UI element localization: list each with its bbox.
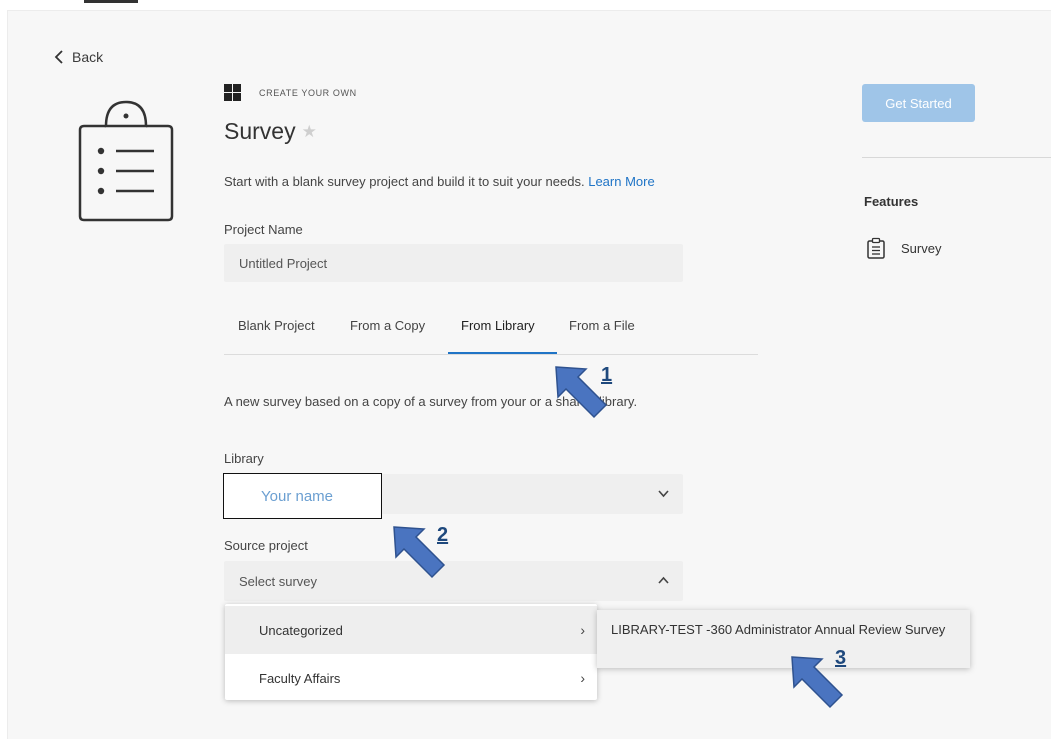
submenu-item-survey[interactable]: LIBRARY-TEST -360 Administrator Annual R… <box>611 622 961 638</box>
chevron-left-icon <box>54 50 63 64</box>
star-icon[interactable]: ★ <box>302 122 317 142</box>
source-project-placeholder: Select survey <box>239 573 318 589</box>
page-title-text: Survey <box>224 118 296 144</box>
tab-blank-project[interactable]: Blank Project <box>238 318 315 333</box>
dropdown-item-uncategorized[interactable]: Uncategorized › <box>225 606 597 654</box>
tab-from-a-file[interactable]: From a File <box>569 318 635 333</box>
project-description: Start with a blank survey project and bu… <box>224 174 655 189</box>
dropdown-item-label: Faculty Affairs <box>259 670 341 686</box>
clipboard-icon <box>867 237 885 259</box>
clipboard-list-icon <box>78 100 174 222</box>
description-text: Start with a blank survey project and bu… <box>224 174 585 189</box>
library-info-text: A new survey based on a copy of a survey… <box>224 394 638 409</box>
top-tab-indicator <box>84 0 138 3</box>
active-tab-underline <box>448 352 557 354</box>
category-dropdown-menu: Uncategorized › Faculty Affairs › <box>225 604 597 700</box>
eyebrow-label: CREATE YOUR OWN <box>259 88 357 98</box>
annotation-number-2: 2 <box>437 524 449 546</box>
library-label: Library <box>224 451 264 466</box>
dropdown-item-label: Uncategorized <box>259 622 343 638</box>
page-title: Survey ★ <box>224 118 317 145</box>
tab-from-library[interactable]: From Library <box>461 318 535 333</box>
chevron-up-icon <box>658 576 669 584</box>
chevron-down-icon <box>658 490 669 498</box>
brand-logo-icon <box>224 84 241 101</box>
back-button[interactable]: Back <box>54 49 103 65</box>
source-project-label: Source project <box>224 538 308 553</box>
learn-more-link[interactable]: Learn More <box>588 174 654 189</box>
source-tabs: Blank Project From a Copy From Library F… <box>224 308 758 355</box>
feature-survey-label: Survey <box>901 241 942 256</box>
tab-from-a-copy[interactable]: From a Copy <box>350 318 425 333</box>
project-name-input[interactable]: Untitled Project <box>224 244 683 282</box>
get-started-button[interactable]: Get Started <box>862 84 975 122</box>
features-heading: Features <box>864 194 919 209</box>
project-name-label: Project Name <box>224 222 303 237</box>
sidebar-divider <box>862 157 1051 158</box>
chevron-right-icon: › <box>580 622 585 638</box>
annotation-number-3: 3 <box>835 647 847 669</box>
annotation-number-1: 1 <box>601 364 613 386</box>
library-selected-value: Your name <box>223 473 382 519</box>
back-label: Back <box>72 49 104 65</box>
dropdown-item-faculty-affairs[interactable]: Faculty Affairs › <box>225 654 597 702</box>
project-name-value: Untitled Project <box>239 255 328 271</box>
chevron-right-icon: › <box>580 670 585 686</box>
